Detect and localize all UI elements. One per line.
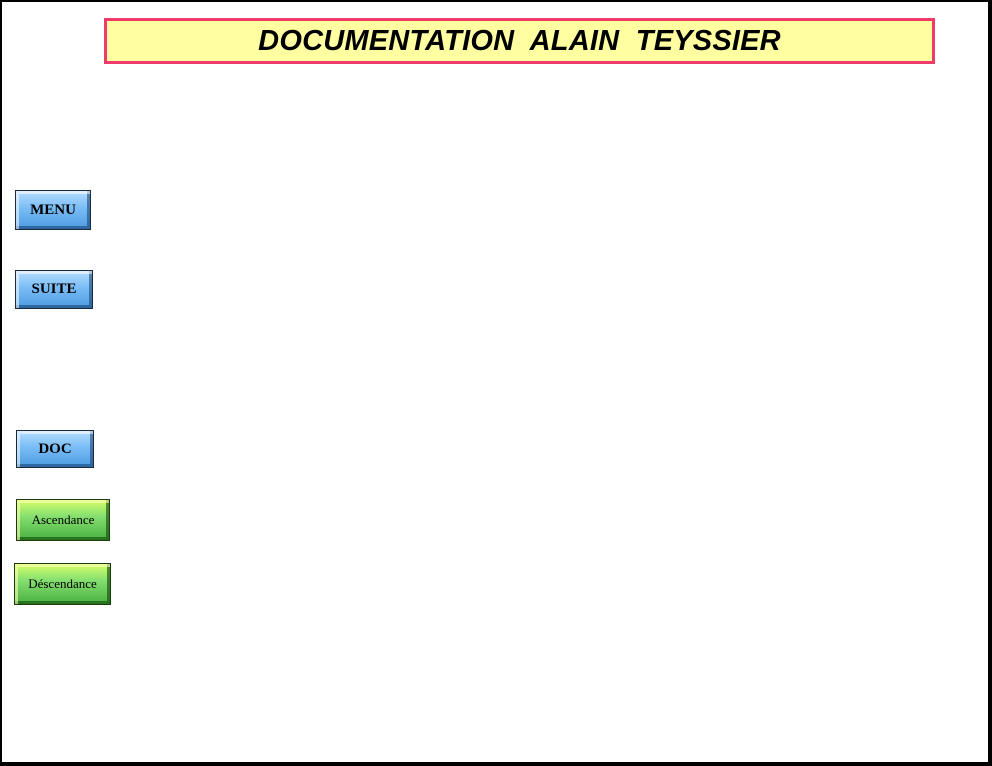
page-title: DOCUMENTATION ALAIN TEYSSIER: [258, 24, 781, 57]
suite-button[interactable]: SUITE: [15, 270, 93, 309]
ascendance-button[interactable]: Ascendance: [16, 499, 110, 541]
page-title-box: DOCUMENTATION ALAIN TEYSSIER: [104, 18, 935, 64]
page-frame: DOCUMENTATION ALAIN TEYSSIER MENU SUITE …: [0, 0, 992, 766]
doc-button[interactable]: DOC: [16, 430, 94, 468]
menu-button[interactable]: MENU: [15, 190, 91, 230]
descendance-button[interactable]: Déscendance: [14, 563, 111, 605]
